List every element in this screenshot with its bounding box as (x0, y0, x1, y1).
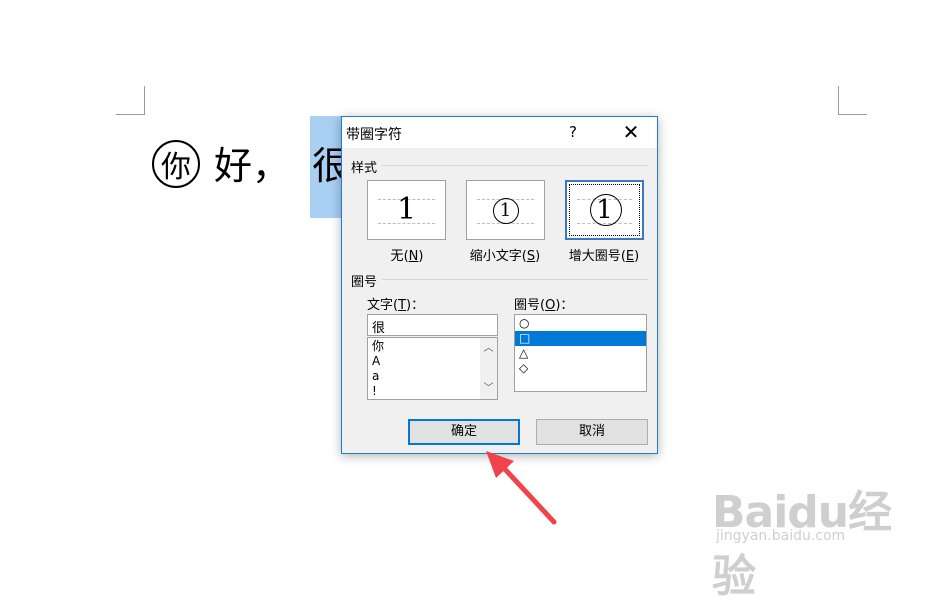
baidu-watermark: Baidu经验 jingyan.baidu.com (712, 466, 892, 602)
baidu-url: jingyan.baidu.com (716, 528, 846, 544)
